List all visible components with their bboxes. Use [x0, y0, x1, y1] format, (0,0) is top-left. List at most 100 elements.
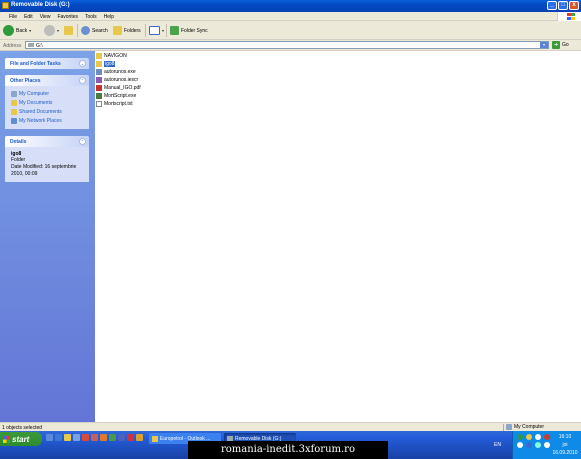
- tray-icon[interactable]: [535, 434, 541, 440]
- windows-logo-icon: [3, 435, 10, 443]
- close-button[interactable]: x: [569, 1, 579, 10]
- folders-label: Folders: [124, 27, 141, 34]
- quick-launch: [46, 434, 143, 441]
- toolbar-separator: [77, 24, 78, 37]
- clock-date: 16.09.2010: [552, 450, 578, 456]
- language-indicator[interactable]: EN: [494, 442, 501, 448]
- file-item[interactable]: autorunos.exe: [96, 68, 136, 76]
- file-item[interactable]: MortScript.exe: [96, 92, 136, 100]
- window-title: Removable Disk (G:): [11, 2, 70, 8]
- place-my-network-places[interactable]: My Network Places: [11, 116, 84, 125]
- other-places-panel: Other Places ⌃ My Computer My Documents …: [5, 75, 89, 129]
- tray-icon[interactable]: [544, 442, 550, 448]
- tray-icon[interactable]: [535, 442, 541, 448]
- app-icon[interactable]: [127, 434, 134, 441]
- other-places-header[interactable]: Other Places ⌃: [5, 75, 89, 86]
- outlook-icon[interactable]: [73, 434, 80, 441]
- file-item[interactable]: autorunos.iescr: [96, 76, 138, 84]
- go-button[interactable]: ➔ Go: [552, 41, 569, 49]
- minimize-button[interactable]: _: [547, 1, 557, 10]
- search-label: Search: [92, 27, 108, 34]
- place-my-computer[interactable]: My Computer: [11, 89, 84, 98]
- search-button[interactable]: Search: [81, 24, 108, 37]
- chevron-up-icon[interactable]: ⌃: [79, 77, 86, 84]
- folder-sync-button[interactable]: Folder Sync: [170, 24, 208, 37]
- start-button[interactable]: start: [0, 432, 42, 446]
- folder-icon[interactable]: [64, 434, 71, 441]
- details-date-modified-cont: 2010, 00:09: [11, 171, 38, 177]
- start-label: start: [12, 434, 30, 444]
- file-name: igo8: [104, 61, 116, 67]
- tray-icon[interactable]: [526, 442, 532, 448]
- place-label: My Computer: [19, 90, 50, 97]
- file-folder-tasks-header[interactable]: File and Folder Tasks ⌄: [5, 58, 89, 69]
- computer-icon: [11, 90, 17, 97]
- outlook-icon: [152, 435, 158, 442]
- show-desktop-icon[interactable]: [55, 434, 62, 441]
- app-icon[interactable]: [118, 434, 125, 441]
- folder-icon: [96, 53, 102, 59]
- panel-title: Details: [10, 139, 27, 145]
- folders-button[interactable]: Folders: [113, 24, 141, 37]
- window-titlebar[interactable]: Removable Disk (G:) _ □ x: [0, 0, 581, 12]
- windows-logo-icon: [557, 12, 581, 21]
- views-icon: [149, 26, 160, 35]
- folder-sync-label: Folder Sync: [181, 27, 208, 34]
- tray-icon[interactable]: [517, 442, 523, 448]
- panel-title: File and Folder Tasks: [10, 61, 61, 67]
- file-item[interactable]: Manual_IGO.pdf: [96, 84, 141, 92]
- script-icon: [96, 77, 102, 83]
- folder-sync-icon: [170, 26, 179, 35]
- app-icon[interactable]: [100, 434, 107, 441]
- place-my-documents[interactable]: My Documents: [11, 98, 84, 107]
- menu-favorites[interactable]: Favorites: [57, 14, 78, 20]
- ie-icon[interactable]: [46, 434, 53, 441]
- details-item-type: Folder: [11, 157, 26, 163]
- file-list[interactable]: NAVIGON igo8 autorunos.exe autorunos.ies…: [95, 51, 581, 422]
- tray-icon[interactable]: [517, 434, 523, 440]
- file-name: autorunos.iescr: [104, 77, 139, 83]
- menu-help[interactable]: Help: [104, 14, 114, 20]
- place-label: Shared Documents: [19, 108, 62, 115]
- menu-edit[interactable]: Edit: [24, 14, 33, 20]
- system-tray: 16:10 joi 16.09.2010: [512, 431, 581, 459]
- menu-file[interactable]: File: [9, 14, 17, 20]
- details-date-modified: Date Modified: 16 septembrie: [11, 164, 77, 170]
- back-button[interactable]: Back ▾: [3, 24, 31, 37]
- back-label: Back: [16, 27, 28, 34]
- up-folder-icon: [64, 26, 73, 35]
- chevron-down-icon[interactable]: ⌄: [79, 60, 86, 67]
- chevron-down-icon[interactable]: ▾: [540, 42, 548, 48]
- menu-tools[interactable]: Tools: [85, 14, 97, 20]
- app-icon[interactable]: [109, 434, 116, 441]
- details-panel: Details ⌃ igo8 Folder Date Modified: 16 …: [5, 136, 89, 182]
- toolbar: Back ▾ ▾ Search Folders ▾ Folder Sync: [0, 21, 581, 40]
- app-icon[interactable]: [136, 434, 143, 441]
- media-icon[interactable]: [82, 434, 89, 441]
- place-shared-documents[interactable]: Shared Documents: [11, 107, 84, 116]
- forward-button[interactable]: ▾: [44, 24, 59, 37]
- toolbar-separator: [145, 24, 146, 37]
- details-header[interactable]: Details ⌃: [5, 136, 89, 147]
- clock[interactable]: 16:10 joi 16.09.2010: [551, 433, 579, 457]
- file-item[interactable]: igo8: [96, 60, 116, 68]
- app-icon[interactable]: [91, 434, 98, 441]
- menu-bar: File Edit View Favorites Tools Help: [0, 12, 581, 21]
- network-icon: [11, 117, 17, 124]
- up-folder-button[interactable]: [64, 24, 73, 37]
- file-item[interactable]: Mortscript.txt: [96, 100, 133, 108]
- tray-icon[interactable]: [526, 434, 532, 440]
- text-file-icon: [96, 101, 102, 107]
- tray-icon[interactable]: [544, 434, 550, 440]
- go-label: Go: [562, 42, 569, 48]
- status-location-label: My Computer: [514, 424, 545, 430]
- address-input[interactable]: G:\ ▾: [25, 41, 549, 49]
- maximize-button[interactable]: □: [558, 1, 568, 10]
- views-button[interactable]: ▾: [149, 24, 164, 37]
- task-pane: File and Folder Tasks ⌄ Other Places ⌃ M…: [0, 51, 95, 422]
- file-item[interactable]: NAVIGON: [96, 52, 127, 60]
- drive-icon: [28, 43, 34, 47]
- chevron-up-icon[interactable]: ⌃: [79, 138, 86, 145]
- menu-view[interactable]: View: [40, 14, 51, 20]
- status-divider: [503, 424, 504, 431]
